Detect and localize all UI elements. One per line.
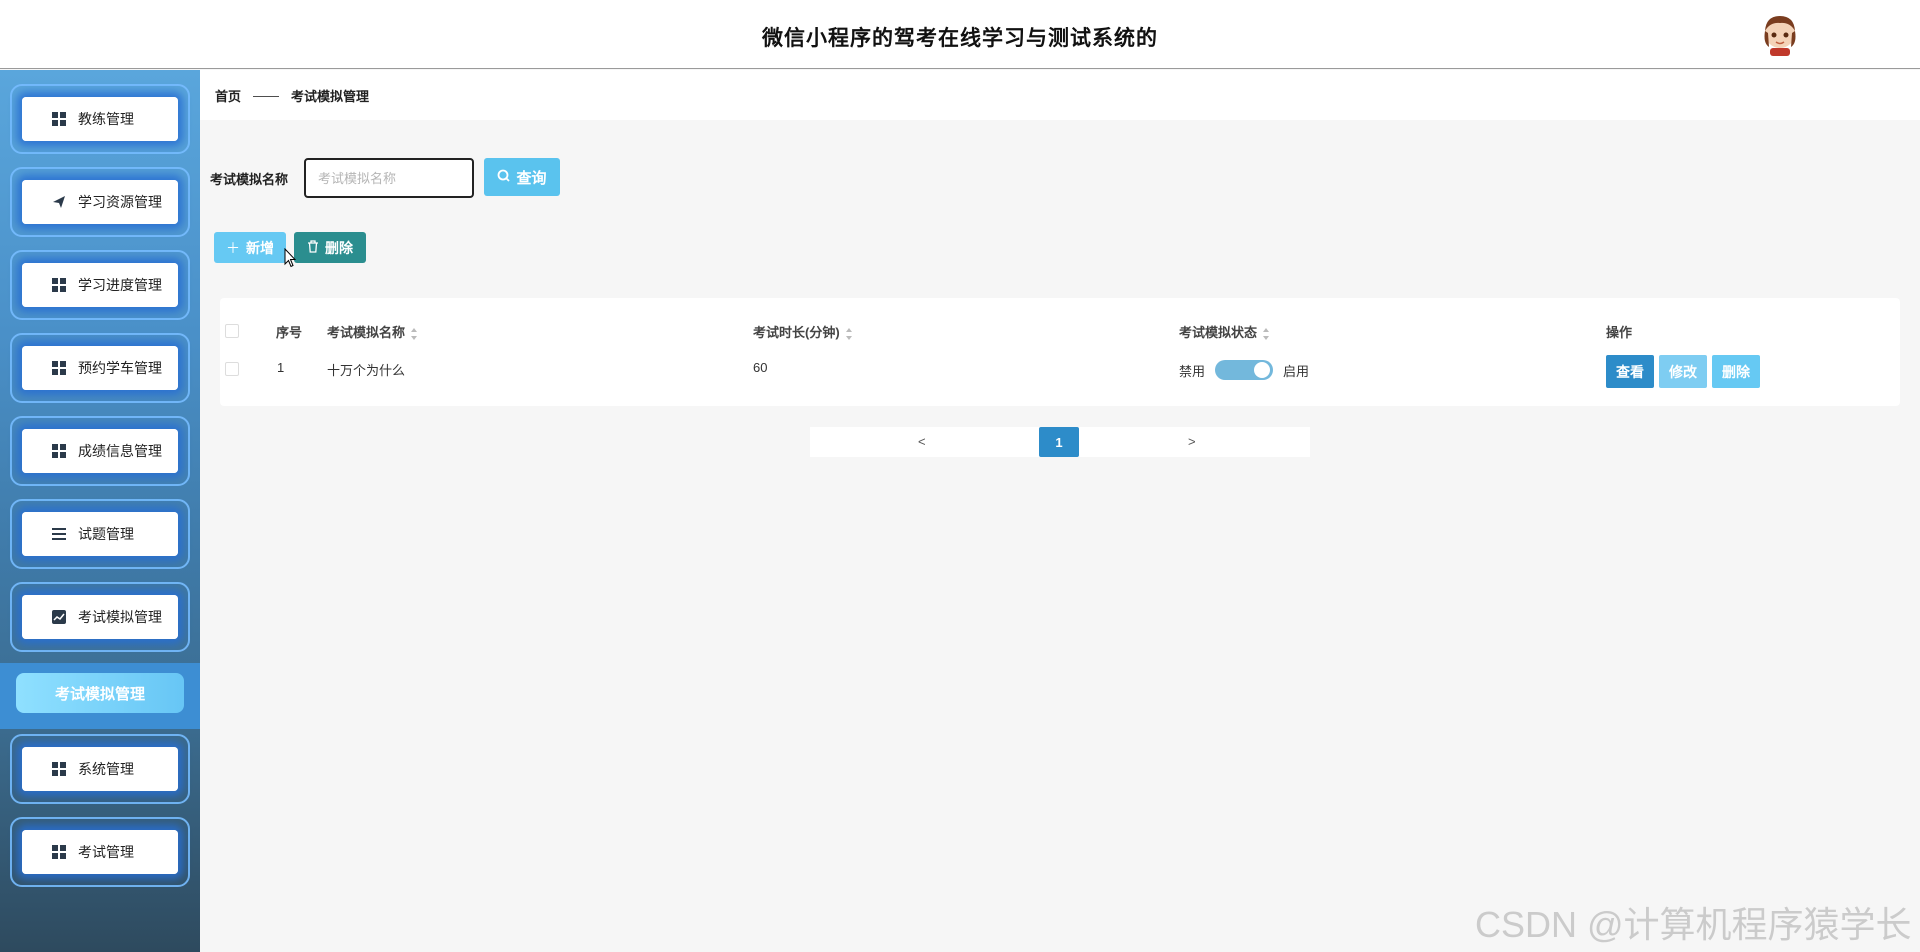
search-button-label: 查询 — [516, 169, 547, 187]
prev-page-button[interactable]: < — [918, 434, 926, 449]
sidebar-item-booking[interactable]: 预约学车管理 — [10, 333, 190, 403]
mouse-cursor-icon — [284, 248, 296, 268]
column-header-index: 序号 — [276, 325, 303, 340]
breadcrumb-separator: —— — [253, 87, 280, 103]
breadcrumb-current: 考试模拟管理 — [291, 88, 370, 104]
page-number-current[interactable]: 1 — [1039, 427, 1079, 457]
view-button[interactable]: 查看 — [1606, 355, 1654, 388]
cell-index: 1 — [277, 360, 285, 375]
list-icon — [52, 527, 66, 541]
column-header-name[interactable]: 考试模拟名称 — [327, 322, 418, 341]
sidebar-item-exam[interactable]: 考试管理 — [10, 817, 190, 887]
row-checkbox[interactable] — [225, 362, 239, 376]
top-header: 微信小程序的驾考在线学习与测试系统的 — [0, 0, 1920, 69]
add-button[interactable]: ＋ 新增 — [214, 232, 286, 263]
submenu-item-mock-exam[interactable]: 考试模拟管理 — [16, 673, 184, 713]
sidebar-item-system[interactable]: 系统管理 — [10, 734, 190, 804]
pagination: < 1 > — [810, 427, 1310, 457]
column-header-duration[interactable]: 考试时长(分钟) — [753, 322, 853, 341]
sidebar-item-label: 教练管理 — [78, 111, 134, 127]
app-title: 微信小程序的驾考在线学习与测试系统的 — [762, 27, 1158, 50]
sidebar-item-label: 试题管理 — [78, 526, 134, 542]
status-switch-group: 禁用 启用 — [1179, 360, 1309, 380]
sidebar-item-label: 学习资源管理 — [78, 194, 162, 210]
grid-icon — [52, 278, 66, 292]
search-icon — [497, 169, 511, 186]
status-off-label: 禁用 — [1179, 363, 1206, 379]
avatar[interactable] — [1760, 13, 1800, 57]
delete-button-label: 删除 — [325, 239, 353, 256]
status-toggle[interactable] — [1215, 360, 1274, 380]
sidebar-item-questions[interactable]: 试题管理 — [10, 499, 190, 569]
sidebar-item-label: 考试管理 — [78, 844, 134, 860]
cell-name: 十万个为什么 — [327, 363, 406, 378]
trash-icon — [307, 239, 319, 256]
sort-icon[interactable] — [1263, 327, 1270, 340]
edit-button[interactable]: 修改 — [1659, 355, 1707, 388]
breadcrumb: 首页 —— 考试模拟管理 — [200, 70, 1920, 120]
row-delete-button[interactable]: 删除 — [1712, 355, 1760, 388]
sidebar: 教练管理 学习资源管理 学习进度管理 预约学车管理 成绩信息管理 试题管理 考试… — [0, 70, 200, 952]
plus-icon: ＋ — [226, 239, 240, 256]
next-page-button[interactable]: > — [1188, 434, 1196, 449]
search-button[interactable]: 查询 — [484, 158, 560, 196]
data-table: 序号 考试模拟名称 考试时长(分钟) 考试模拟状态 操作 1 十万个为什么 60… — [220, 298, 1900, 406]
sidebar-item-label: 预约学车管理 — [78, 360, 162, 376]
grid-icon — [52, 444, 66, 458]
select-all-checkbox[interactable] — [225, 324, 239, 338]
sort-icon[interactable] — [411, 327, 418, 340]
sidebar-item-scores[interactable]: 成绩信息管理 — [10, 416, 190, 486]
grid-icon — [52, 112, 66, 126]
sidebar-item-learning-progress[interactable]: 学习进度管理 — [10, 250, 190, 320]
sidebar-item-label: 考试模拟管理 — [78, 609, 162, 625]
grid-icon — [52, 361, 66, 375]
column-header-status[interactable]: 考试模拟状态 — [1179, 322, 1270, 341]
search-label: 考试模拟名称 — [210, 172, 289, 187]
status-on-label: 启用 — [1283, 363, 1310, 379]
sidebar-submenu: 考试模拟管理 — [0, 663, 200, 729]
column-header-actions: 操作 — [1606, 325, 1633, 340]
search-input[interactable] — [304, 158, 474, 198]
sidebar-item-label: 学习进度管理 — [78, 277, 162, 293]
sidebar-item-label: 系统管理 — [78, 761, 134, 777]
sidebar-item-mock-exam[interactable]: 考试模拟管理 — [10, 582, 190, 652]
cell-duration: 60 — [753, 360, 768, 375]
sidebar-item-learning-resources[interactable]: 学习资源管理 — [10, 167, 190, 237]
batch-delete-button[interactable]: 删除 — [294, 232, 366, 263]
add-button-label: 新增 — [246, 239, 274, 256]
breadcrumb-home[interactable]: 首页 — [215, 86, 241, 105]
watermark: CSDN @计算机程序猿学长 — [1475, 904, 1912, 945]
paper-plane-icon — [52, 195, 66, 209]
grid-icon — [52, 845, 66, 859]
sidebar-item-coach[interactable]: 教练管理 — [10, 84, 190, 154]
sidebar-item-label: 成绩信息管理 — [78, 443, 162, 459]
grid-icon — [52, 762, 66, 776]
chart-icon — [52, 610, 66, 624]
sort-icon[interactable] — [845, 327, 853, 340]
